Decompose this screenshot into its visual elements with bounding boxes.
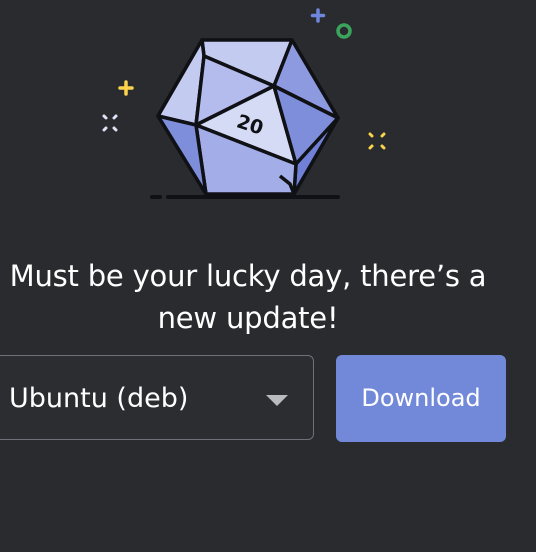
update-message-line-2: new update! bbox=[157, 301, 339, 335]
update-message: Must be your lucky day, there’s a new up… bbox=[0, 255, 496, 339]
chevron-down-icon bbox=[266, 395, 288, 406]
os-select-value: Ubuntu (deb) bbox=[9, 383, 189, 414]
os-select-dropdown[interactable]: Ubuntu (deb) bbox=[0, 355, 314, 440]
d20-illustration: 20 bbox=[102, 8, 386, 199]
download-button[interactable]: Download bbox=[336, 355, 506, 442]
update-message-line-1: Must be your lucky day, there’s a bbox=[9, 259, 487, 293]
